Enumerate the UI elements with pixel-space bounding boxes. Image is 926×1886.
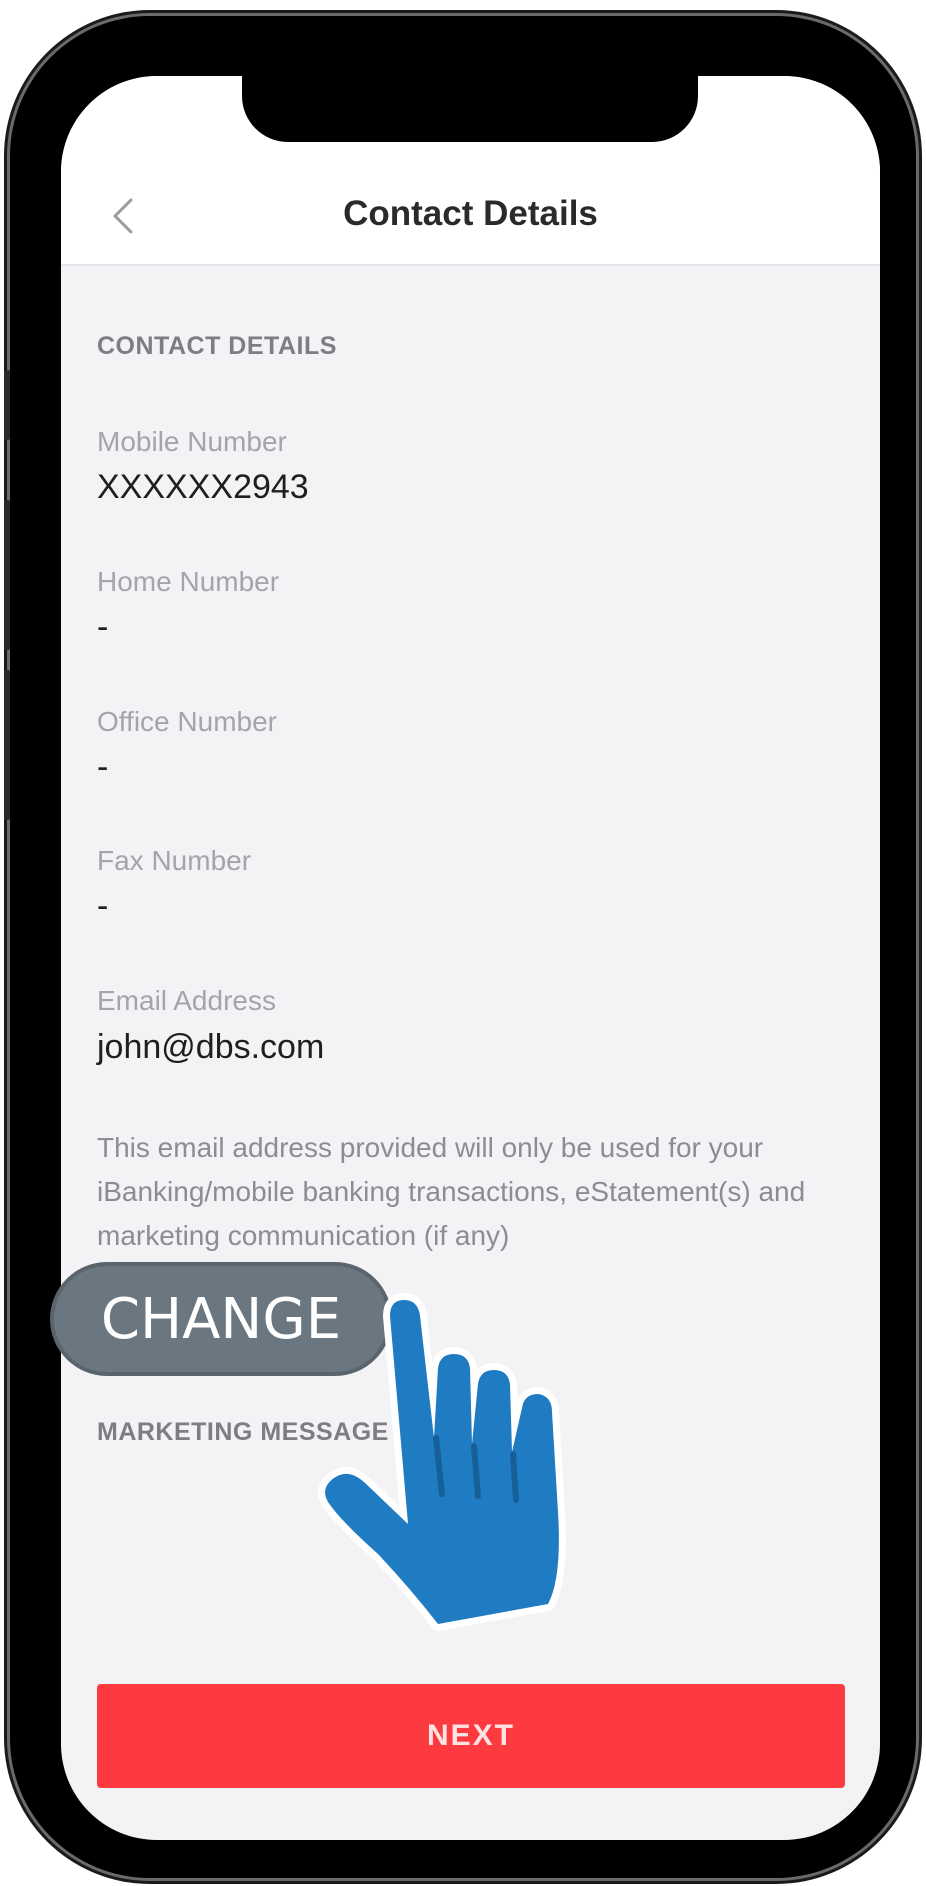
fax-number-label: Fax Number	[97, 845, 252, 876]
page-title: Contact Details	[343, 194, 598, 233]
section-heading-contact: CONTACT DETAILS	[97, 332, 337, 360]
phone-mockup: Contact Details CONTACT DETAILS Mobile N…	[0, 0, 926, 1886]
office-number-value: -	[97, 748, 109, 786]
pointing-hand-icon	[318, 1293, 566, 1631]
volume-up-button	[4, 500, 10, 650]
fax-number-value: -	[97, 887, 109, 925]
next-button[interactable]: NEXT	[97, 1684, 845, 1788]
office-number-label: Office Number	[97, 706, 277, 737]
mobile-number-label: Mobile Number	[97, 426, 287, 457]
email-usage-note: This email address provided will only be…	[97, 1132, 806, 1251]
mobile-number-value: XXXXXX2943	[97, 468, 309, 506]
silent-switch	[4, 370, 10, 440]
email-address-value: john@dbs.com	[97, 1028, 325, 1066]
email-address-label: Email Address	[97, 985, 276, 1016]
home-number-value: -	[97, 608, 109, 646]
volume-down-button	[4, 670, 10, 820]
phone-notch	[242, 76, 698, 142]
home-number-label: Home Number	[97, 566, 280, 597]
